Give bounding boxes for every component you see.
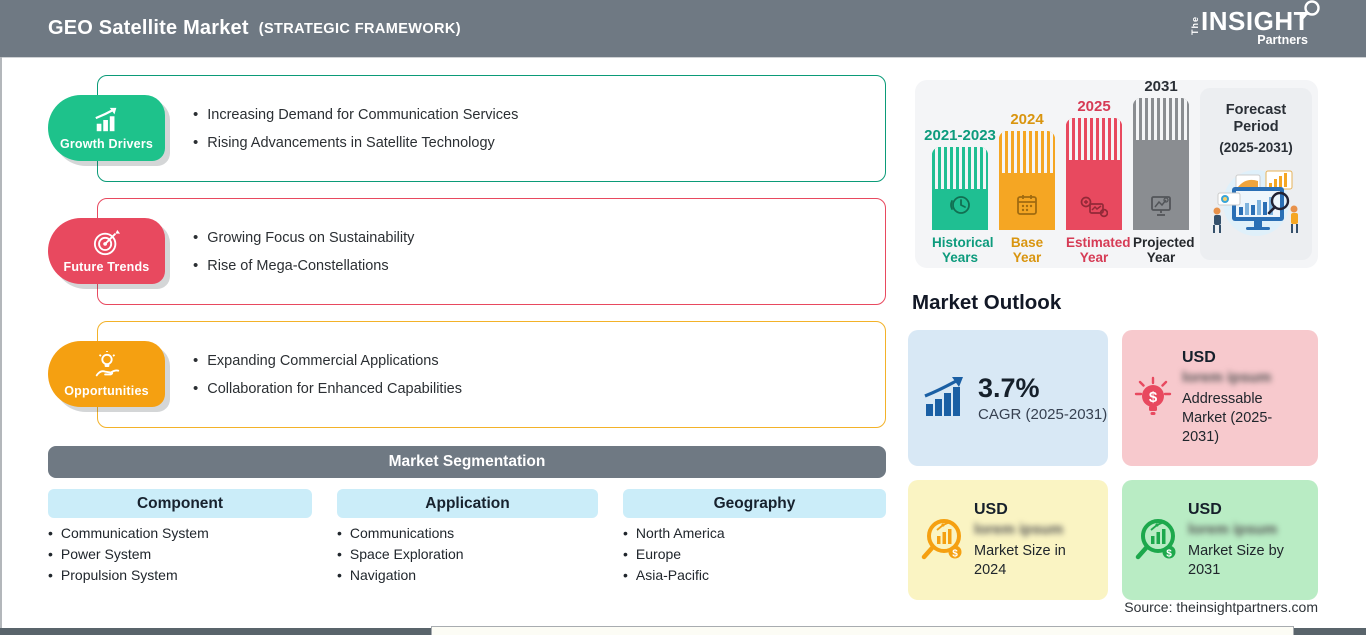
svg-text:$: $ <box>1149 389 1158 406</box>
market-outlook-title: Market Outlook <box>912 291 1062 314</box>
segment-item: Propulsion System <box>48 567 312 583</box>
magnifier-icon <box>1299 0 1320 22</box>
growth-drivers-label: Growth Drivers <box>59 136 154 151</box>
currency-label: USD <box>974 500 1008 518</box>
page-subtitle: (STRATEGIC FRAMEWORK) <box>258 20 461 37</box>
projected-year-bar <box>1133 98 1189 230</box>
next-section-edge <box>431 626 1294 635</box>
segment-header-application: Application <box>337 489 598 518</box>
bulb-hand-icon <box>95 350 119 376</box>
growth-chart-icon <box>94 107 116 131</box>
historical-bar <box>932 147 988 230</box>
page-left-border <box>0 57 2 635</box>
logo-the-text: The <box>1190 15 1201 36</box>
segment-item: Communications <box>337 525 598 541</box>
growth-drivers-box: Increasing Demand for Communication Serv… <box>97 75 886 182</box>
timeline-bar-labels: Historical Years Base Year Estimated Year P… <box>932 235 1195 265</box>
timeline-projected: 2031 <box>1133 78 1189 230</box>
bulb-dollar-icon: $ <box>1134 376 1172 415</box>
growth-drivers-pill: Growth Drivers <box>48 95 165 161</box>
bar-stripe <box>1066 118 1122 160</box>
bar-stripe <box>1133 98 1189 140</box>
future-trend-item: Rise of Mega-Constellations <box>193 256 885 276</box>
currency-label: USD <box>1182 349 1216 366</box>
segment-item: Communication System <box>48 525 312 541</box>
base-year-bar <box>999 131 1055 230</box>
currency-label: USD <box>1188 500 1222 518</box>
future-trends-label: Future Trends <box>63 259 150 274</box>
timeline-year: 2025 <box>1077 98 1111 115</box>
segment-item: Power System <box>48 546 312 562</box>
market-segmentation-header: Market Segmentation <box>48 446 886 478</box>
svg-text:$: $ <box>952 549 958 560</box>
segment-header-component: Component <box>48 489 312 518</box>
segment-item: North America <box>623 525 886 541</box>
redacted-value: lorem ipsum <box>974 520 1064 538</box>
estimated-year-label: Estimated Year <box>1066 235 1131 265</box>
addressable-market-card: $ USD lorem ipsum Addressable Market (20… <box>1122 330 1318 466</box>
segment-list-component: Communication System Power System Propul… <box>48 525 312 583</box>
bar-stripe <box>932 147 988 189</box>
segment-item: Europe <box>623 546 886 562</box>
opportunity-item: Expanding Commercial Applications <box>193 351 885 371</box>
cagr-card: 3.7% CAGR (2025-2031) <box>908 330 1108 466</box>
cagr-label: CAGR (2025-2031) <box>978 406 1108 423</box>
future-trends-pill: Future Trends <box>48 218 165 284</box>
card-label: Market Size in 2024 <box>974 542 1066 578</box>
page-title: GEO Satellite Market <box>48 17 249 39</box>
segment-item: Asia-Pacific <box>623 567 886 583</box>
clock-history-icon <box>950 196 970 214</box>
redacted-value: lorem ipsum <box>1182 369 1272 386</box>
future-trends-box: Growing Focus on Sustainability Rise of … <box>97 198 886 305</box>
redacted-value: lorem ipsum <box>1188 520 1278 538</box>
forecast-period-card: Forecast Period (2025-2031) <box>1200 88 1312 260</box>
logo-insight-text: INSIGHT <box>1201 0 1320 34</box>
segment-list-geography: North America Europe Asia-Pacific <box>623 525 886 583</box>
magnifier-chart-orange-icon: $ <box>921 519 962 560</box>
timeline-year: 2024 <box>1010 111 1044 128</box>
estimated-year-bar <box>1066 118 1122 230</box>
growth-driver-item: Increasing Demand for Communication Serv… <box>193 105 885 125</box>
timeline-bars: 2021-2023 2024 2025 2031 <box>924 78 1189 230</box>
source-attribution: Source: theinsightpartners.com <box>1124 599 1318 615</box>
timeline-historical: 2021-2023 <box>924 127 996 230</box>
forecast-period-title: Forecast <box>1225 102 1287 118</box>
projected-year-label: Projected Year <box>1133 235 1195 265</box>
forecast-timeline-panel: 2021-2023 2024 2025 2031 Historical Year… <box>915 78 1318 268</box>
timeline-base: 2024 <box>999 111 1055 230</box>
svg-text:$: $ <box>1166 549 1172 560</box>
segment-list-application: Communications Space Exploration Navigat… <box>337 525 598 583</box>
growth-driver-item: Rising Advancements in Satellite Technol… <box>193 133 885 153</box>
opportunity-item: Collaboration for Enhanced Capabilities <box>193 379 885 399</box>
header-bar: GEO Satellite Market (STRATEGIC FRAMEWOR… <box>0 0 1366 58</box>
estimate-chart-icon <box>1080 196 1108 218</box>
card-label: Market Size by 2031 <box>1188 542 1284 578</box>
magnifier-chart-green-icon: $ <box>1135 519 1176 560</box>
cagr-value: 3.7% <box>978 373 1040 403</box>
presentation-icon <box>1151 196 1171 216</box>
opportunities-box: Expanding Commercial Applications Collab… <box>97 321 886 428</box>
timeline-year: 2021-2023 <box>924 127 996 144</box>
market-size-2024-card: $ USD lorem ipsum Market Size in 2024 <box>908 480 1108 600</box>
market-size-2031-card: $ USD lorem ipsum Market Size by 2031 <box>1122 480 1318 600</box>
insight-partners-logo: The INSIGHT Partners <box>1186 0 1320 47</box>
future-trend-item: Growing Focus on Sustainability <box>193 228 885 248</box>
card-label: Addressable Market (2025-2031) <box>1182 391 1273 445</box>
segment-item: Navigation <box>337 567 598 583</box>
target-icon <box>93 229 120 255</box>
timeline-estimated: 2025 <box>1066 98 1122 230</box>
forecast-period-range: (2025-2031) <box>1219 140 1293 155</box>
base-year-label: Base Year <box>1010 235 1044 265</box>
analytics-illustration <box>1213 170 1298 236</box>
bar-stripe <box>999 131 1055 173</box>
calendar-icon <box>1017 195 1037 215</box>
historical-years-label: Historical Years <box>932 235 994 265</box>
opportunities-label: Opportunities <box>64 383 149 398</box>
infographic-canvas: GEO Satellite Market (STRATEGIC FRAMEWOR… <box>0 0 1366 635</box>
cagr-chart-icon <box>924 377 963 416</box>
timeline-year: 2031 <box>1144 78 1178 95</box>
opportunities-pill: Opportunities <box>48 341 165 407</box>
segment-header-geography: Geography <box>623 489 886 518</box>
segment-item: Space Exploration <box>337 546 598 562</box>
